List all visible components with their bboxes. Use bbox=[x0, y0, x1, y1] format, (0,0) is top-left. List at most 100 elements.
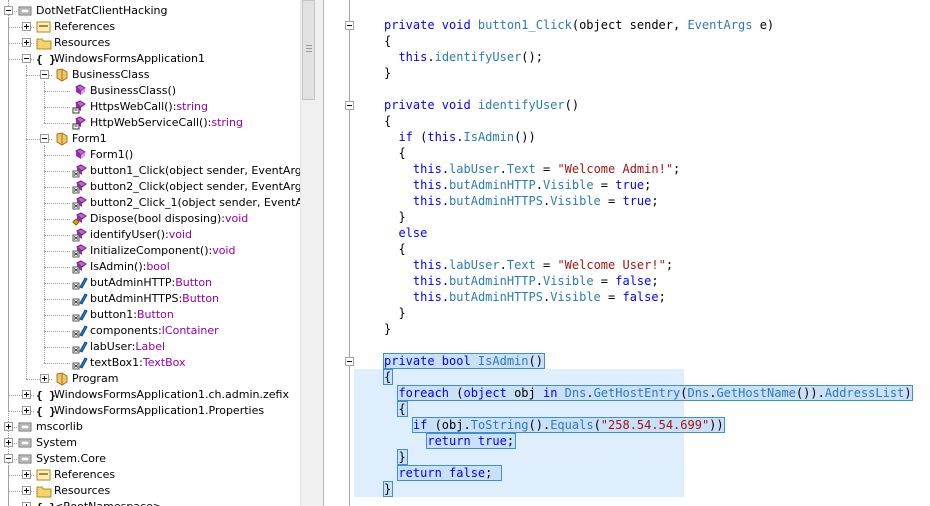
expand-plus-icon[interactable] bbox=[22, 486, 31, 495]
fold-toggle-icon[interactable] bbox=[345, 101, 354, 110]
code-token: ( bbox=[593, 418, 601, 432]
code-line[interactable]: foreach (object obj in Dns.GetHostEntry(… bbox=[384, 385, 911, 401]
expand-plus-icon[interactable] bbox=[22, 406, 31, 415]
collapse-minus-icon[interactable] bbox=[40, 70, 49, 79]
code-line[interactable]: } bbox=[384, 481, 391, 497]
collapse-minus-icon[interactable] bbox=[4, 454, 13, 463]
tree-node[interactable]: butAdminHTTPS:Button bbox=[0, 291, 300, 307]
code-token: } bbox=[384, 66, 392, 80]
code-line[interactable]: this.butAdminHTTP.Visible = false; bbox=[384, 273, 659, 289]
code-line[interactable]: } bbox=[384, 65, 391, 81]
collapse-minus-icon[interactable] bbox=[22, 54, 31, 63]
tree-node[interactable]: IsAdmin():bool bbox=[0, 259, 300, 275]
expand-plus-icon[interactable] bbox=[4, 438, 13, 447]
code-line[interactable]: } bbox=[384, 305, 405, 321]
tree-node[interactable]: identifyUser():void bbox=[0, 227, 300, 243]
tree-node-label: HttpsWebCall():string bbox=[90, 99, 208, 115]
code-token: foreach bbox=[398, 386, 450, 400]
tree-node[interactable]: components:IContainer bbox=[0, 323, 300, 339]
code-token: butAdminHTTP bbox=[449, 274, 536, 288]
tree-node[interactable]: { } WindowsFormsApplication1.Properties bbox=[0, 403, 300, 419]
pane-splitter[interactable] bbox=[316, 0, 324, 506]
namespace-icon: { } bbox=[36, 53, 56, 66]
expand-plus-icon[interactable] bbox=[4, 422, 13, 431]
code-line[interactable]: if (obj.ToString().Equals("258.54.54.699… bbox=[384, 417, 724, 433]
code-line[interactable]: private bool IsAdmin() bbox=[384, 353, 543, 369]
tree-node-text: button1_Click(object sender, EventArgs e… bbox=[90, 164, 300, 177]
code-line[interactable]: private void identifyUser() bbox=[384, 97, 579, 113]
expand-plus-icon[interactable] bbox=[22, 502, 31, 506]
class-icon bbox=[54, 68, 70, 82]
code-token: { bbox=[384, 114, 392, 128]
tree-node[interactable]: BusinessClass bbox=[0, 67, 300, 83]
code-line[interactable]: this.butAdminHTTPS.Visible = true; bbox=[384, 193, 659, 209]
expand-plus-icon[interactable] bbox=[22, 22, 31, 31]
code-token: "258.54.54.699" bbox=[600, 418, 710, 432]
code-line[interactable]: return true; bbox=[384, 433, 514, 449]
code-token: . bbox=[441, 258, 450, 272]
collapse-minus-icon[interactable] bbox=[40, 134, 49, 143]
tree-node[interactable]: References bbox=[0, 467, 300, 483]
tree-node[interactable]: HttpsWebCall():string bbox=[0, 99, 300, 115]
code-line[interactable]: this.butAdminHTTP.Visible = true; bbox=[384, 177, 651, 193]
code-line[interactable]: } bbox=[384, 449, 405, 465]
tree-node-text: button2_Click(object sender, EventArgs e… bbox=[90, 180, 300, 193]
private-method-icon bbox=[72, 180, 88, 194]
tree-node[interactable]: System.Core bbox=[0, 451, 300, 467]
tree-node[interactable]: textBox1:TextBox bbox=[0, 355, 300, 371]
expand-plus-icon[interactable] bbox=[22, 470, 31, 479]
code-line[interactable]: this.butAdminHTTPS.Visible = false; bbox=[384, 289, 666, 305]
code-line[interactable]: this.identifyUser(); bbox=[384, 49, 543, 65]
code-line[interactable]: } bbox=[384, 209, 405, 225]
tree-node[interactable]: Program bbox=[0, 371, 300, 387]
tree-node[interactable]: button2_Click_1(object sender, EventArgs bbox=[0, 195, 300, 211]
fold-toggle-icon[interactable] bbox=[345, 21, 354, 30]
tree-node[interactable]: butAdminHTTP:Button bbox=[0, 275, 300, 291]
code-line[interactable]: { bbox=[384, 33, 391, 49]
code-token: } bbox=[384, 322, 392, 336]
tree-node[interactable]: button1:Button bbox=[0, 307, 300, 323]
expand-plus-icon[interactable] bbox=[22, 38, 31, 47]
tree-node[interactable]: mscorlib bbox=[0, 419, 300, 435]
code-line[interactable]: return false; bbox=[384, 465, 492, 481]
tree-scrollbar[interactable] bbox=[300, 0, 316, 506]
tree-node[interactable]: BusinessClass() bbox=[0, 83, 300, 99]
code-token: . bbox=[441, 162, 450, 176]
code-line[interactable]: { bbox=[384, 145, 405, 161]
code-line[interactable]: if (this.IsAdmin()) bbox=[384, 129, 535, 145]
tree-node[interactable]: { } WindowsFormsApplication1.ch.admin.zef… bbox=[0, 387, 300, 403]
code-line[interactable]: private void button1_Click(object sender… bbox=[384, 17, 774, 33]
tree-node[interactable]: HttpWebServiceCall():string bbox=[0, 115, 300, 131]
code-line[interactable]: { bbox=[384, 401, 405, 417]
tree-node[interactable]: Form1 bbox=[0, 131, 300, 147]
code-line[interactable]: { bbox=[384, 241, 405, 257]
tree-node[interactable]: button1_Click(object sender, EventArgs e… bbox=[0, 163, 300, 179]
tree-node[interactable]: System bbox=[0, 435, 300, 451]
tree-scrollbar-thumb[interactable] bbox=[302, 0, 315, 100]
code-line[interactable]: else bbox=[384, 225, 427, 241]
tree-node[interactable]: { } WindowsFormsApplication1 bbox=[0, 51, 300, 67]
code-line[interactable]: } bbox=[384, 321, 391, 337]
tree-node[interactable]: labUser:Label bbox=[0, 339, 300, 355]
tree-node[interactable]: button2_Click(object sender, EventArgs e… bbox=[0, 179, 300, 195]
tree-node[interactable]: Dispose(bool disposing):void bbox=[0, 211, 300, 227]
code-line[interactable]: this.labUser.Text = "Welcome User!"; bbox=[384, 257, 673, 273]
scroll-grip bbox=[306, 48, 312, 49]
tree-node-text: InitializeComponent(): bbox=[90, 244, 213, 257]
tree-node[interactable]: DotNetFatClientHacking bbox=[0, 3, 300, 19]
expand-plus-icon[interactable] bbox=[40, 374, 49, 383]
tree-node-label: mscorlib bbox=[36, 419, 83, 435]
code-line[interactable]: { bbox=[384, 369, 391, 385]
tree-node[interactable]: Resources bbox=[0, 35, 300, 51]
code-line[interactable]: this.labUser.Text = "Welcome Admin!"; bbox=[384, 161, 680, 177]
tree-node[interactable]: Resources bbox=[0, 483, 300, 499]
tree-node[interactable]: InitializeComponent():void bbox=[0, 243, 300, 259]
tree-node[interactable]: References bbox=[0, 19, 300, 35]
code-line[interactable]: { bbox=[384, 113, 391, 129]
tree-node[interactable]: { }<RootNamespace> bbox=[0, 499, 300, 506]
fold-toggle-icon[interactable] bbox=[345, 357, 354, 366]
collapse-minus-icon[interactable] bbox=[4, 6, 13, 15]
tree-node[interactable]: Form1() bbox=[0, 147, 300, 163]
expand-plus-icon[interactable] bbox=[22, 390, 31, 399]
code-token: ( bbox=[680, 386, 688, 400]
